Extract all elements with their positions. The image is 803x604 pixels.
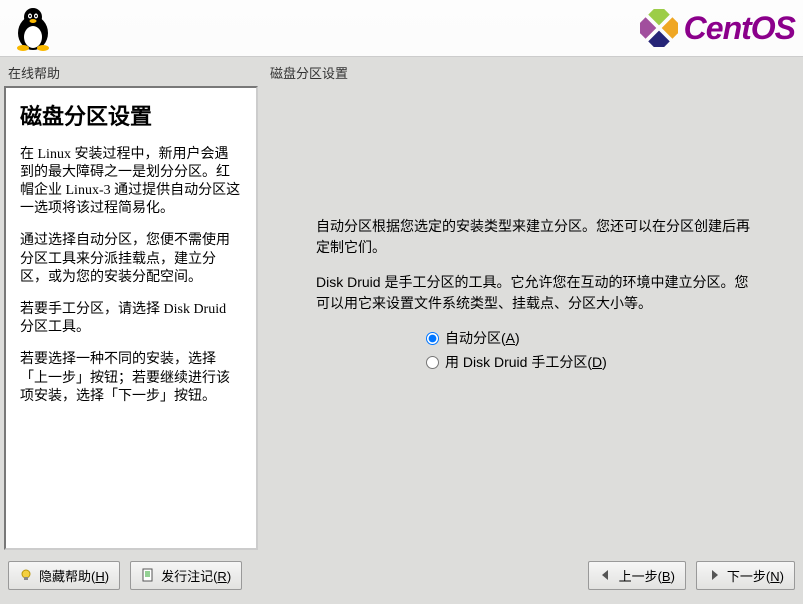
- arrow-right-icon: [707, 568, 721, 582]
- next-button[interactable]: 下一步(N): [696, 561, 795, 590]
- brand: CentOS: [640, 9, 795, 47]
- next-label: 下一步(N): [727, 566, 784, 585]
- hide-help-button[interactable]: 隐藏帮助(H): [8, 561, 120, 590]
- help-title: 磁盘分区设置: [20, 102, 242, 132]
- help-content: 磁盘分区设置 在 Linux 安装过程中，新用户会遇到的最大障碍之一是划分分区。…: [4, 86, 258, 550]
- help-label: 在线帮助: [4, 61, 258, 86]
- info-text-2: Disk Druid 是手工分区的工具。它允许您在互动的环境中建立分区。您可以用…: [316, 272, 761, 314]
- main-panel: 磁盘分区设置 自动分区根据您选定的安装类型来建立分区。您还可以在分区创建后再定制…: [266, 61, 799, 550]
- centos-logo-icon: [640, 9, 678, 47]
- release-notes-button[interactable]: 发行注记(R): [130, 561, 242, 590]
- partition-radio-group: 自动分区(A) 用 Disk Druid 手工分区(D): [426, 328, 761, 372]
- brand-text: CentOS: [684, 10, 795, 47]
- info-text-1: 自动分区根据您选定的安装类型来建立分区。您还可以在分区创建后再定制它们。: [316, 216, 761, 258]
- footer: 隐藏帮助(H) 发行注记(R) 上一步(B) 下一步(N): [0, 554, 803, 596]
- radio-auto-input[interactable]: [426, 332, 439, 345]
- help-paragraph: 在 Linux 安装过程中，新用户会遇到的最大障碍之一是划分分区。红帽企业 Li…: [20, 146, 242, 219]
- penguin-logo-icon: [8, 3, 58, 53]
- radio-manual-label: 用 Disk Druid 手工分区(D): [445, 352, 607, 372]
- back-label: 上一步(B): [619, 566, 675, 585]
- radio-manual-input[interactable]: [426, 356, 439, 369]
- radio-auto-label: 自动分区(A): [445, 328, 520, 348]
- document-icon: [141, 568, 155, 582]
- radio-manual-partition[interactable]: 用 Disk Druid 手工分区(D): [426, 352, 761, 372]
- release-notes-label: 发行注记(R): [161, 566, 231, 585]
- main-label: 磁盘分区设置: [266, 61, 791, 86]
- help-paragraph: 若要选择一种不同的安装，选择「上一步」按钮；若要继续进行该项安装，选择「下一步」…: [20, 351, 242, 406]
- hide-help-label: 隐藏帮助(H): [39, 566, 109, 585]
- arrow-left-icon: [599, 568, 613, 582]
- help-paragraph: 若要手工分区，请选择 Disk Druid 分区工具。: [20, 301, 242, 337]
- title-bar: CentOS: [0, 0, 803, 57]
- help-paragraph: 通过选择自动分区，您便不需使用分区工具来分派挂载点，建立分区，或为您的安装分配空…: [20, 232, 242, 287]
- help-panel: 在线帮助 磁盘分区设置 在 Linux 安装过程中，新用户会遇到的最大障碍之一是…: [4, 61, 258, 550]
- back-button[interactable]: 上一步(B): [588, 561, 686, 590]
- radio-auto-partition[interactable]: 自动分区(A): [426, 328, 761, 348]
- light-bulb-icon: [19, 568, 33, 582]
